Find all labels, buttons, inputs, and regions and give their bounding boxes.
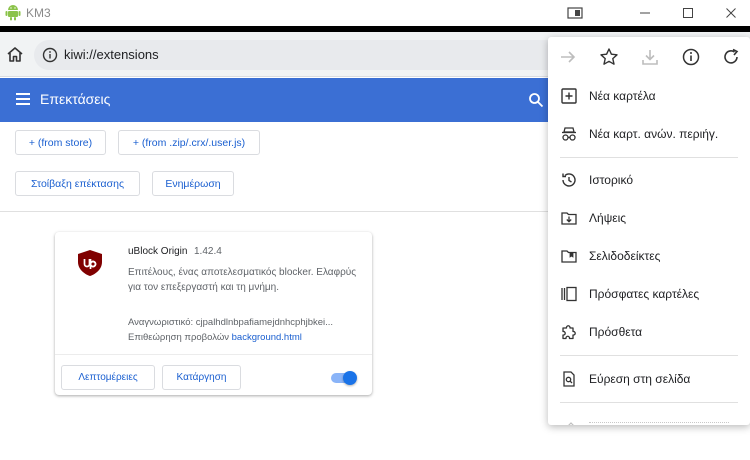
menu-item-label: Λήψεις: [589, 211, 627, 225]
update-button[interactable]: Ενημέρωση: [152, 171, 234, 196]
menu-item-label: Ιστορικό: [589, 173, 634, 187]
android-icon: [5, 5, 21, 21]
extension-version: 1.42.4: [194, 246, 222, 257]
bookmarks-icon: [561, 250, 577, 263]
menu-item-partial[interactable]: [560, 415, 740, 425]
menu-item-extensions[interactable]: Πρόσθετα: [548, 315, 750, 349]
menu-top-bar: [548, 37, 750, 77]
menu-item-label: Εύρεση στη σελίδα: [589, 372, 691, 386]
minimize-icon: [640, 12, 650, 14]
menu-item-find-in-page[interactable]: Εύρεση στη σελίδα: [548, 362, 750, 396]
downloads-icon: [561, 212, 577, 225]
home-icon[interactable]: [5, 45, 25, 65]
menu-item-incognito-tab[interactable]: Νέα καρτ. ανών. περιήγ.: [548, 117, 750, 151]
menu-item-label: Σελιδοδείκτες: [589, 249, 661, 263]
extension-card: uBlock Origin 1.42.4 Επιτέλους, ένας απο…: [55, 232, 372, 395]
cast-icon: [567, 7, 583, 19]
menu-icon[interactable]: [16, 93, 30, 105]
inspect-views-label: Επιθεώρηση προβολών: [128, 332, 229, 343]
menu-divider: [560, 157, 738, 158]
star-icon[interactable]: [599, 47, 619, 67]
menu-divider: [560, 402, 738, 403]
puzzle-icon: [562, 325, 576, 340]
menu-item-recent-tabs[interactable]: Πρόσφατες καρτέλες: [548, 277, 750, 311]
menu-divider: [560, 355, 738, 356]
find-in-page-icon: [563, 371, 575, 387]
card-divider: [55, 354, 372, 355]
menu-item-new-tab[interactable]: Νέα καρτέλα: [548, 79, 750, 113]
refresh-icon[interactable]: [721, 47, 741, 67]
background-page-link[interactable]: background.html: [232, 332, 302, 343]
pack-extension-button[interactable]: Στοίβαξη επέκτασης: [15, 171, 140, 196]
add-from-store-button[interactable]: + (from store): [15, 130, 106, 155]
partial-item-icon: [568, 422, 574, 425]
info-icon[interactable]: [681, 47, 701, 67]
overflow-menu: Νέα καρτέλα Νέα καρτ. ανών. περιήγ. Ιστο…: [548, 37, 750, 425]
menu-item-bookmarks[interactable]: Σελιδοδείκτες: [548, 239, 750, 273]
cast-button[interactable]: [560, 3, 590, 23]
info-icon[interactable]: [42, 47, 58, 63]
window-titlebar: KM3: [0, 0, 750, 26]
menu-item-label: Νέα καρτ. ανών. περιήγ.: [589, 127, 719, 141]
minimize-button[interactable]: [630, 3, 660, 23]
page-title: Επεκτάσεις: [40, 91, 111, 107]
close-icon: [726, 8, 736, 18]
menu-item-history[interactable]: Ιστορικό: [548, 163, 750, 197]
remove-button[interactable]: Κατάργηση: [162, 365, 241, 390]
close-button[interactable]: [716, 3, 746, 23]
menu-item-label: Πρόσφατες καρτέλες: [589, 287, 700, 301]
maximize-button[interactable]: [673, 3, 703, 23]
download-icon[interactable]: [640, 47, 660, 67]
window-title: KM3: [26, 6, 51, 20]
ublock-shield-icon: [78, 250, 102, 276]
recent-tabs-icon: [561, 286, 577, 302]
extension-id: Αναγνωριστικό: cjpalhdlnbpafiamejdnhcphj…: [128, 317, 334, 328]
forward-arrow-icon[interactable]: [558, 47, 578, 67]
partial-item-label: [589, 422, 729, 423]
extension-name: uBlock Origin: [128, 246, 188, 257]
menu-item-label: Νέα καρτέλα: [589, 89, 656, 103]
menu-item-label: Πρόσθετα: [589, 325, 643, 339]
url-text[interactable]: kiwi://extensions: [64, 47, 159, 62]
menu-item-downloads[interactable]: Λήψεις: [548, 201, 750, 235]
maximize-icon: [683, 8, 693, 18]
enable-toggle[interactable]: [329, 371, 357, 385]
toggle-knob: [343, 371, 357, 385]
extension-description: Επιτέλους, ένας αποτελεσματικός blocker.…: [128, 267, 357, 293]
inspect-views: Επιθεώρηση προβολών background.html: [128, 332, 302, 343]
search-icon[interactable]: [528, 92, 544, 108]
add-from-file-button[interactable]: + (from .zip/.crx/.user.js): [118, 130, 260, 155]
details-button[interactable]: Λεπτομέρειες: [61, 365, 155, 390]
incognito-icon: [562, 127, 576, 141]
history-icon: [562, 173, 576, 187]
new-tab-icon: [561, 88, 577, 104]
address-bar[interactable]: kiwi://extensions: [34, 40, 634, 70]
